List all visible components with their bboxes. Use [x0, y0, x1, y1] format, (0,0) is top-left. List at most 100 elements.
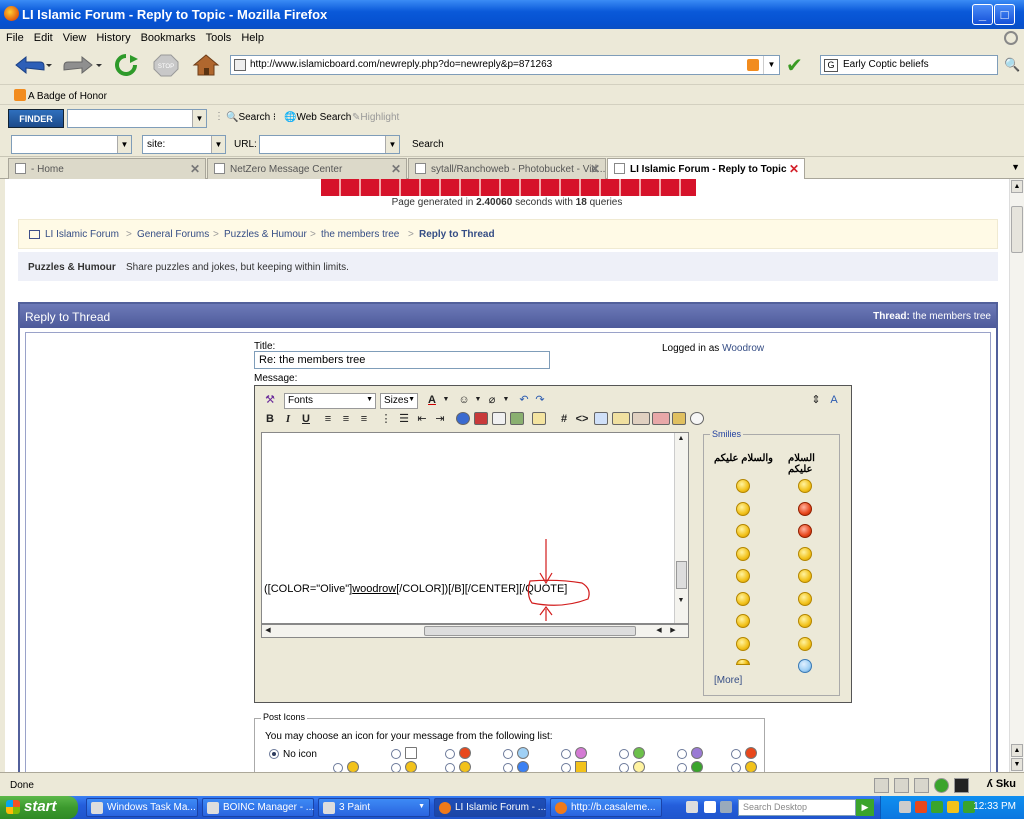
- smilie-icon[interactable]: [798, 659, 812, 673]
- addon-icon[interactable]: [894, 778, 909, 793]
- minimize-button[interactable]: _: [972, 4, 993, 25]
- task-boinc-manager[interactable]: BOINC Manager - ...: [202, 798, 314, 817]
- custom-tag-3-icon[interactable]: [652, 412, 670, 425]
- post-icon-radio[interactable]: [503, 763, 513, 772]
- status-ok-icon[interactable]: [934, 778, 949, 793]
- custom-tag-5-icon[interactable]: [690, 412, 704, 425]
- start-button[interactable]: start: [0, 796, 78, 819]
- tab-home[interactable]: - Home ✕: [8, 158, 206, 179]
- menu-tools[interactable]: Tools: [200, 29, 236, 44]
- crumb-general-forums[interactable]: General Forums: [137, 229, 209, 240]
- scroll-down-icon[interactable]: ▼: [1011, 758, 1023, 771]
- go-check-icon[interactable]: ✔: [786, 53, 803, 78]
- menu-help[interactable]: Help: [235, 29, 268, 44]
- scroll-right-icon[interactable]: ▶: [668, 623, 678, 639]
- smilie-icon[interactable]: [736, 547, 750, 561]
- web-search-button[interactable]: 🌐Web Search: [284, 112, 351, 123]
- tab-islamic-forum[interactable]: LI Islamic Forum - Reply to Topic ✕: [607, 158, 805, 180]
- quicklaunch-icon[interactable]: [686, 801, 698, 813]
- unordered-list-icon[interactable]: ☰: [396, 411, 412, 427]
- quicklaunch-icon[interactable]: [720, 801, 732, 813]
- smilie-icon[interactable]: [798, 547, 812, 561]
- smilie-icon[interactable]: [736, 637, 750, 651]
- underline-button[interactable]: U: [298, 411, 314, 427]
- rss-feed-icon[interactable]: [747, 59, 759, 71]
- outdent-icon[interactable]: ⇤: [414, 411, 430, 427]
- smilie-icon[interactable]: [798, 502, 812, 516]
- status-addon-label[interactable]: ʎ Sku: [987, 778, 1016, 790]
- scroll-up-icon[interactable]: ▲: [675, 433, 687, 445]
- post-icon-radio[interactable]: [561, 763, 571, 772]
- remove-format-icon[interactable]: A: [826, 392, 842, 408]
- bookmark-badge-of-honor[interactable]: A Badge of Honor: [14, 89, 107, 102]
- reload-icon[interactable]: [112, 53, 140, 77]
- menu-bookmarks[interactable]: Bookmarks: [135, 29, 200, 44]
- post-icon-radio[interactable]: [391, 749, 401, 759]
- smilie-icon[interactable]: [798, 569, 812, 583]
- smilie-icon[interactable]: [736, 659, 750, 665]
- maximize-button[interactable]: □: [994, 4, 1015, 25]
- scroll-down-icon[interactable]: ▼: [675, 595, 687, 607]
- highlight-button[interactable]: ✎Highlight: [352, 112, 399, 123]
- smilie-icon[interactable]: [736, 592, 750, 606]
- crumb-puzzles-humour[interactable]: Puzzles & Humour: [224, 229, 307, 240]
- custom-tag-2-icon[interactable]: [632, 412, 650, 425]
- tab-photobucket[interactable]: sytall/Ranchoweb - Photobucket - Vid... …: [408, 158, 606, 179]
- post-icon-radio[interactable]: [503, 749, 513, 759]
- align-right-icon[interactable]: ≡: [356, 411, 372, 427]
- chevron-down-icon[interactable]: ▼: [438, 392, 454, 408]
- textarea-vertical-scrollbar[interactable]: ▲ ▼: [674, 433, 688, 623]
- menu-view[interactable]: View: [57, 29, 91, 44]
- scroll-thumb[interactable]: [1011, 206, 1023, 253]
- smilie-icon[interactable]: [736, 569, 750, 583]
- wrap-code-button[interactable]: <>: [574, 411, 590, 427]
- post-icon-radio[interactable]: [445, 749, 455, 759]
- chevron-down-icon[interactable]: ▼: [117, 136, 131, 153]
- finder-search-go-button[interactable]: Search: [412, 139, 444, 150]
- post-icon-radio[interactable]: [619, 749, 629, 759]
- crumb-the-members-tree[interactable]: the members tree: [321, 229, 399, 240]
- chevron-down-icon[interactable]: ▼: [192, 110, 206, 127]
- wrap-hash-button[interactable]: #: [556, 411, 572, 427]
- redo-icon[interactable]: ↷: [532, 392, 548, 408]
- tray-app-icon[interactable]: [947, 801, 959, 813]
- task-casaleme[interactable]: http://b.casaleme...: [550, 798, 662, 817]
- bold-button[interactable]: B: [262, 411, 278, 427]
- finder-query-combo[interactable]: ▼: [67, 109, 207, 128]
- title-input[interactable]: Re: the members tree: [254, 351, 550, 369]
- fonts-select[interactable]: Fonts ▼: [284, 393, 376, 409]
- task-paint[interactable]: 3 Paint ▼: [318, 798, 430, 817]
- post-icon-radio[interactable]: [561, 749, 571, 759]
- post-icon-radio[interactable]: [677, 749, 687, 759]
- unlink-icon[interactable]: [474, 412, 488, 425]
- tray-app-icon[interactable]: [931, 801, 943, 813]
- url-bar[interactable]: http://www.islamicboard.com/newreply.php…: [230, 55, 780, 75]
- custom-tag-4-icon[interactable]: [672, 412, 686, 425]
- insert-link-icon[interactable]: [456, 412, 470, 425]
- post-icon-radio[interactable]: [333, 763, 343, 772]
- insert-email-icon[interactable]: [492, 412, 506, 425]
- task-li-islamic-forum[interactable]: LI Islamic Forum - ...: [434, 798, 546, 817]
- message-textarea[interactable]: ([COLOR="Olive"]woodrow[/COLOR])[/B][/CE…: [261, 432, 689, 624]
- crumb-li-islamic-forum[interactable]: LI Islamic Forum: [45, 229, 119, 240]
- site-combo[interactable]: site: ▼: [142, 135, 226, 154]
- switch-mode-icon[interactable]: ⚒: [262, 392, 278, 408]
- smilie-icon[interactable]: [736, 614, 750, 628]
- insert-image-icon[interactable]: [510, 412, 524, 425]
- align-left-icon[interactable]: ≡: [320, 411, 336, 427]
- no-icon-radio[interactable]: [269, 749, 279, 759]
- post-icon-radio[interactable]: [731, 763, 741, 772]
- tab-close-icon[interactable]: ✕: [190, 162, 200, 176]
- tab-close-icon[interactable]: ✕: [391, 162, 401, 176]
- finder-search-button[interactable]: 🔍Search ⁝: [226, 112, 276, 123]
- window-title-bar[interactable]: LI Islamic Forum - Reply to Topic - Mozi…: [0, 0, 1024, 29]
- scroll-up-icon[interactable]: ▲: [1011, 744, 1023, 757]
- forum-home-icon[interactable]: [29, 230, 40, 239]
- quote-icon[interactable]: [532, 412, 546, 425]
- italic-button[interactable]: I: [280, 411, 296, 427]
- menu-edit[interactable]: Edit: [28, 29, 57, 44]
- post-icon-radio[interactable]: [677, 763, 687, 772]
- finder-combo-1[interactable]: ▼: [11, 135, 132, 154]
- post-icon-radio[interactable]: [619, 763, 629, 772]
- indent-icon[interactable]: ⇥: [432, 411, 448, 427]
